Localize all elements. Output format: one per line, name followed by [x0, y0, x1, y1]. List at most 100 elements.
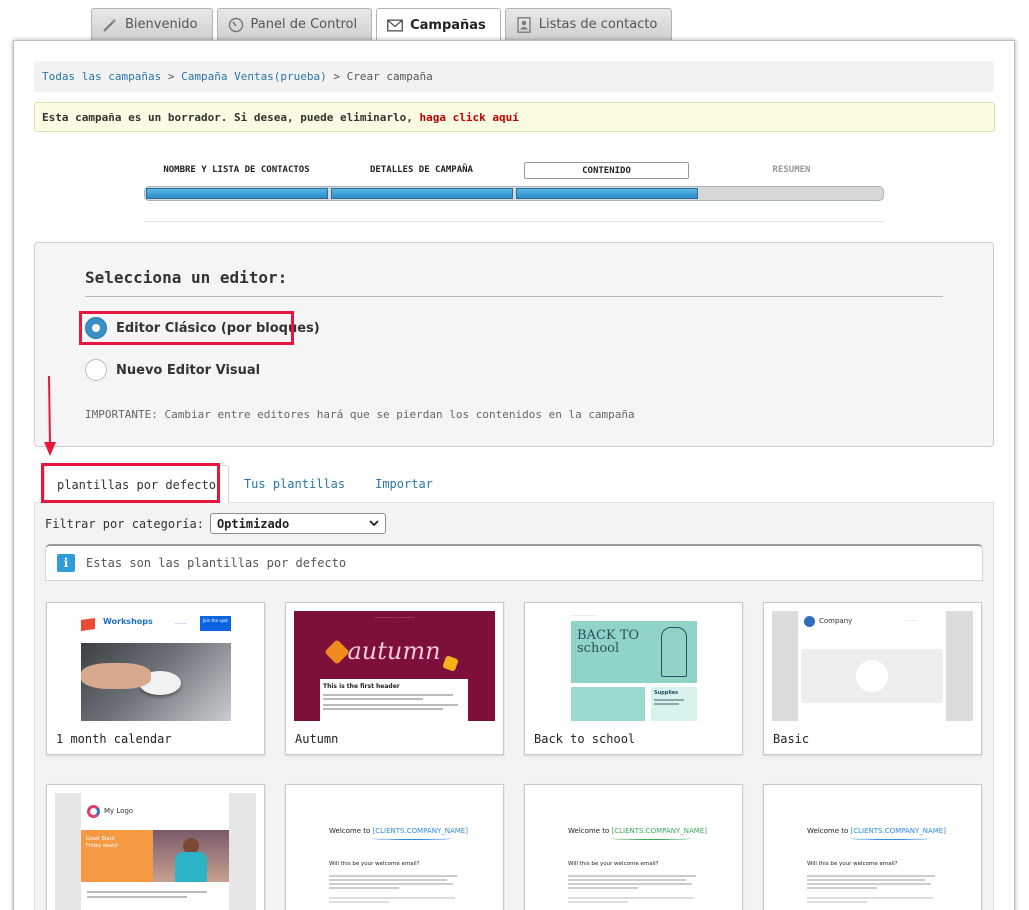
gauge-icon [228, 17, 244, 33]
tab-bienvenido[interactable]: Bienvenido [91, 8, 213, 40]
kids-illustration [661, 627, 687, 677]
template-thumbnail: Welcome to [CLIENTS.COMPANY_NAME] Will t… [533, 793, 734, 910]
template-card[interactable]: Welcome to [CLIENTS.COMPANY_NAME] Will t… [763, 784, 982, 910]
editor-title: Selecciona un editor: [85, 268, 288, 287]
step-contenido: CONTENIDO [524, 162, 689, 179]
category-selected: Optimizado [216, 516, 290, 531]
category-select[interactable]: Optimizado [209, 513, 386, 534]
template-thumbnail: ················ ·············· autumn T… [294, 611, 495, 721]
thumb-question: Will this be your welcome email? [568, 861, 659, 867]
template-thumbnail: Workshops ········· Join the spot [55, 611, 256, 721]
tab-label: Panel de Control [250, 17, 358, 32]
arrow-down-icon [44, 376, 56, 456]
category-filter: Filtrar por categoría: Optimizado [45, 513, 386, 534]
leaf-icon [442, 655, 459, 672]
template-name: Basic [773, 732, 810, 746]
info-icon: i [57, 554, 75, 572]
template-card-autumn[interactable]: ················ ·············· autumn T… [285, 602, 504, 755]
radio-visual[interactable] [85, 359, 107, 381]
thumb-title: Company [819, 617, 853, 625]
wand-icon [102, 17, 118, 33]
template-thumbnail: ··········· ··········· BACK TO school S… [533, 611, 734, 721]
thumb-button: Join the spot [200, 616, 231, 631]
thumb-title: My Logo [104, 807, 134, 815]
thumb-var: [CLIENTS.COMPANY_NAME] [372, 827, 468, 835]
draft-notice-text: Esta campaña es un borrador. Si desea, p… [42, 111, 413, 124]
thumb-promo: Great Black Friday deals! [81, 830, 153, 882]
thumb-title: Welcome to [568, 827, 610, 835]
thumb-title: BACK TO school [577, 628, 640, 656]
thumb-var: [CLIENTS.COMPANY_NAME] [850, 827, 946, 835]
thumb-image-placeholder [801, 649, 943, 703]
option-visual-editor[interactable]: Nuevo Editor Visual [85, 359, 260, 381]
breadcrumb-all-campaigns[interactable]: Todas las campañas [42, 70, 161, 83]
template-thumbnail: Welcome to [CLIENTS.COMPANY_NAME] Will t… [772, 793, 973, 910]
highlight-box [41, 463, 220, 503]
chevron-down-icon [369, 520, 379, 527]
info-text: Estas son las plantillas por defecto [86, 556, 347, 570]
thumb-page: My Logo Great Black Friday deals! [81, 793, 229, 910]
option-visual-label: Nuevo Editor Visual [116, 362, 261, 378]
contacts-icon [516, 16, 532, 33]
thumb-promo-text: Great Black Friday deals! [86, 836, 119, 849]
draft-notice: Esta campaña es un borrador. Si desea, p… [34, 102, 995, 132]
thumb-question: Will this be your welcome email? [807, 861, 898, 867]
tab-import[interactable]: Importar [360, 465, 448, 503]
thumb-hero: BACK TO school [571, 621, 697, 683]
tab-label: Campañas [410, 17, 486, 33]
breadcrumb-separator: > [333, 70, 341, 83]
progress-segment [331, 188, 513, 199]
breadcrumb-campaign[interactable]: Campaña Ventas(prueba) [181, 70, 327, 83]
template-card-1-month-calendar[interactable]: Workshops ········· Join the spot 1 mont… [46, 602, 265, 755]
thumb-question: Will this be your welcome email? [329, 861, 420, 867]
thumb-body: This is the first header [320, 679, 468, 721]
info-banner: i Estas son las plantillas por defecto [45, 544, 983, 581]
book-icon [81, 618, 95, 631]
tab-listas-de-contacto[interactable]: Listas de contacto [504, 8, 673, 40]
envelope-icon [387, 17, 403, 33]
filter-label: Filtrar por categoría: [45, 516, 204, 531]
delete-draft-link[interactable]: haga click aquí [420, 111, 519, 124]
template-card-basic[interactable]: Company ·········· Basic [763, 602, 982, 755]
step-detalles: DETALLES DE CAMPAÑA [370, 165, 473, 175]
thumb-header: This is the first header [323, 683, 400, 690]
template-name: Autumn [295, 732, 339, 746]
thumb-title: Welcome to [329, 827, 371, 835]
thumb-photo [81, 643, 231, 721]
template-name: Back to school [534, 732, 636, 746]
thumb-photo [153, 830, 229, 882]
main-nav-tabs: Bienvenido Panel de Control Campañas Lis… [91, 8, 673, 41]
thumb-side: Supplies [651, 687, 697, 721]
breadcrumb: Todas las campañas > Campaña Ventas(prue… [34, 61, 994, 92]
thumb-side-title: Supplies [654, 690, 679, 696]
thumb-title: autumn [347, 637, 441, 665]
step-resumen: RESUMEN [772, 165, 811, 175]
template-card[interactable]: Welcome to [CLIENTS.COMPANY_NAME] Will t… [285, 784, 504, 910]
thumb-title: Welcome to [807, 827, 849, 835]
logo-icon [804, 616, 815, 627]
thumb-image [571, 687, 645, 721]
thumb-page: Company ·········· [798, 611, 946, 721]
highlight-box [79, 311, 294, 345]
editor-warning: IMPORTANTE: Cambiar entre editores hará … [85, 408, 635, 421]
template-thumbnail: Welcome to [CLIENTS.COMPANY_NAME] Will t… [294, 793, 495, 910]
template-card[interactable]: Welcome to [CLIENTS.COMPANY_NAME] Will t… [524, 784, 743, 910]
template-card-back-to-school[interactable]: ··········· ··········· BACK TO school S… [524, 602, 743, 755]
tab-your-templates[interactable]: Tus plantillas [229, 465, 360, 503]
template-name: 1 month calendar [56, 732, 172, 746]
template-card[interactable]: My Logo Great Black Friday deals! [46, 784, 265, 910]
thumb-var: [CLIENTS.COMPANY_NAME] [611, 827, 707, 835]
tab-panel-de-control[interactable]: Panel de Control [216, 8, 373, 40]
progress-segment [146, 188, 328, 199]
tab-label: Listas de contacto [538, 17, 658, 32]
breadcrumb-separator: > [167, 70, 175, 83]
progress-segment [516, 188, 698, 199]
wizard-steps: NOMBRE Y LISTA DE CONTACTOS DETALLES DE … [144, 162, 884, 201]
template-thumbnail: My Logo Great Black Friday deals! [55, 793, 256, 910]
template-thumbnail: Company ·········· [772, 611, 973, 721]
logo-icon [87, 805, 100, 818]
wizard-progress-bar [144, 186, 884, 201]
divider [85, 296, 943, 297]
tab-campanas[interactable]: Campañas [376, 8, 501, 41]
tab-label: Bienvenido [125, 17, 198, 32]
